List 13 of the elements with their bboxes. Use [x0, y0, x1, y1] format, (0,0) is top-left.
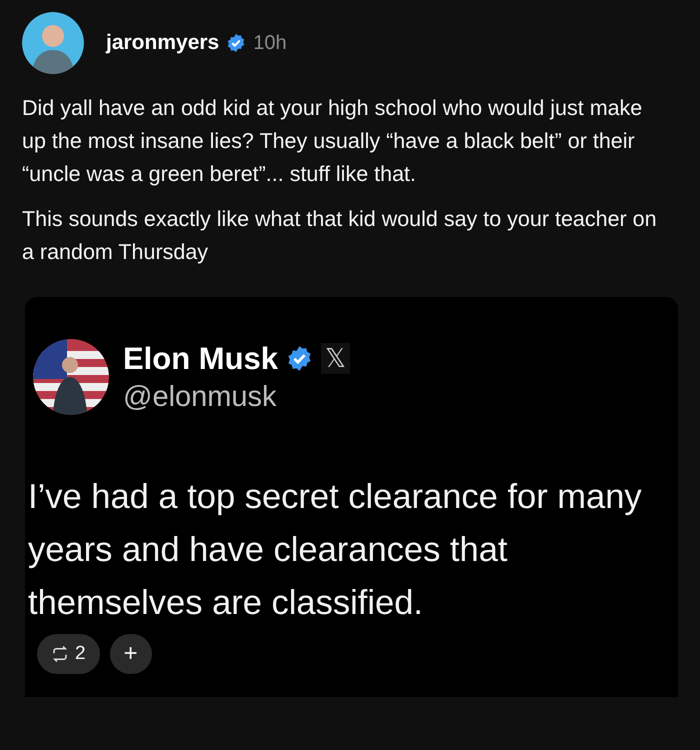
- user-handle[interactable]: @elonmusk: [123, 380, 350, 414]
- platform-mark: 𝕏: [321, 343, 350, 374]
- repost-icon: [51, 645, 69, 663]
- display-name[interactable]: Elon Musk: [123, 340, 278, 376]
- quoted-post-text: I’ve had a top secret clearance for many years and have clearances that themselves are classified.: [28, 477, 643, 624]
- avatar[interactable]: [22, 12, 84, 74]
- post-time: 10h: [253, 32, 287, 54]
- add-button[interactable]: +: [110, 634, 152, 674]
- post-text: Did yall have an odd kid at your high school who would just make up the most insane lies? They usually “have a black belt” or their “uncle was a green beret”... stuff like that.: [22, 95, 644, 188]
- post-text: This sounds exactly like what that kid would say to your teacher on a random Thursday: [22, 206, 658, 266]
- quoted-post-card[interactable]: Elon Musk 𝕏 @elonmusk I’ve had a top secret clearance for many years and have clearances that themselves are classified. 2 +: [25, 297, 678, 697]
- repost-button[interactable]: 2: [37, 634, 100, 674]
- username[interactable]: jaronmyers: [106, 31, 220, 55]
